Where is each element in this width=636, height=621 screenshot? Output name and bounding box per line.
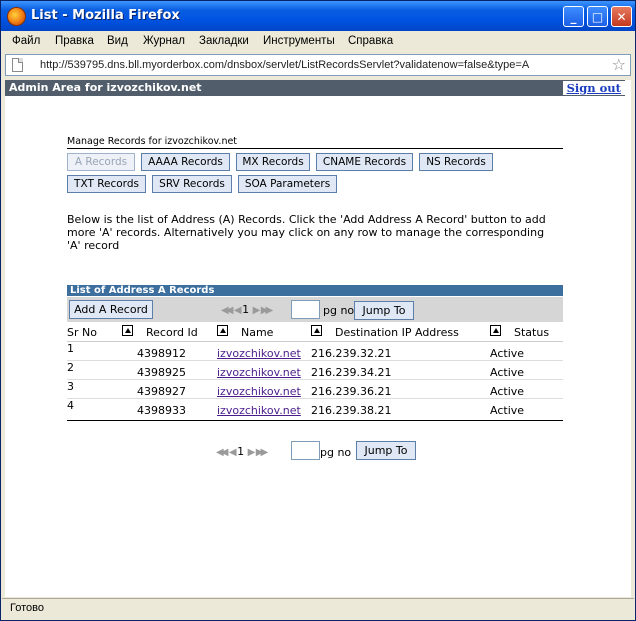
current-page: 1 xyxy=(237,445,245,458)
admin-area-label: Admin Area for izvozchikov.net xyxy=(9,81,202,94)
sr-no: 3 xyxy=(67,380,74,393)
pg-no-label: pg no xyxy=(323,304,355,317)
title-bar[interactable]: List - Mozilla Firefox _ □ ✕ xyxy=(1,1,635,31)
pg-no-label: pg no xyxy=(320,446,352,459)
url-text[interactable]: http://539795.dns.bll.myorderbox.com/dns… xyxy=(40,59,529,71)
maximize-button[interactable]: □ xyxy=(587,6,608,27)
table-row[interactable]: 2 4398925 izvozchikov.net 216.239.34.21 … xyxy=(67,361,563,380)
status-text: Готово xyxy=(10,602,44,614)
status: Active xyxy=(490,347,525,360)
tab-aaaa-records[interactable]: AAAA Records xyxy=(141,153,230,171)
status: Active xyxy=(490,385,525,398)
record-id: 4398927 xyxy=(137,385,186,398)
col-destination-ip: Destination IP Address xyxy=(335,326,459,339)
first-page-icon[interactable]: ◀◀ xyxy=(216,447,229,458)
browser-window: List - Mozilla Firefox _ □ ✕ Файл Правка… xyxy=(0,0,636,621)
prev-page-icon[interactable]: ◀ xyxy=(234,305,242,316)
destination-ip: 216.239.36.21 xyxy=(311,385,392,398)
firefox-logo-icon xyxy=(7,7,26,26)
menu-history[interactable]: Журнал xyxy=(143,35,185,47)
table-row[interactable]: 4 4398933 izvozchikov.net 216.239.38.21 … xyxy=(67,399,563,418)
table-row[interactable]: 3 4398927 izvozchikov.net 216.239.36.21 … xyxy=(67,380,563,399)
menu-edit[interactable]: Правка xyxy=(55,35,94,47)
sort-arrow-icon[interactable] xyxy=(217,325,228,336)
record-id: 4398912 xyxy=(137,347,186,360)
menu-view[interactable]: Вид xyxy=(107,35,128,47)
tab-mx-records[interactable]: MX Records xyxy=(236,153,310,171)
record-name-link[interactable]: izvozchikov.net xyxy=(217,404,301,417)
menu-bookmarks[interactable]: Закладки xyxy=(199,35,249,47)
record-name-link[interactable]: izvozchikov.net xyxy=(217,366,301,379)
record-name-link[interactable]: izvozchikov.net xyxy=(217,347,301,360)
sr-no: 2 xyxy=(67,361,74,374)
page-icon xyxy=(12,58,23,72)
menu-bar: Файл Правка Вид Журнал Закладки Инструме… xyxy=(2,32,634,52)
current-page: 1 xyxy=(242,303,250,316)
list-header: List of Address A Records xyxy=(67,285,563,296)
tab-cname-records[interactable]: CNAME Records xyxy=(316,153,413,171)
window-title: List - Mozilla Firefox xyxy=(31,8,180,23)
menu-file[interactable]: Файл xyxy=(12,35,40,47)
jump-to-button[interactable]: Jump To xyxy=(356,441,416,460)
admin-bar: Admin Area for izvozchikov.net Sign out xyxy=(5,80,625,96)
sr-no: 1 xyxy=(67,342,74,355)
bookmark-star-icon[interactable]: ☆ xyxy=(612,55,626,74)
add-a-record-button[interactable]: Add A Record xyxy=(69,300,153,319)
jump-to-button[interactable]: Jump To xyxy=(354,301,414,320)
pager-bottom: ◀◀ ◀ 1 ▶ ▶▶ xyxy=(216,445,269,458)
next-page-icon[interactable]: ▶ xyxy=(253,305,261,316)
col-status: Status xyxy=(514,326,550,339)
destination-ip: 216.239.32.21 xyxy=(311,347,392,360)
tab-a-records[interactable]: A Records xyxy=(67,153,135,171)
record-name-link[interactable]: izvozchikov.net xyxy=(217,385,301,398)
sort-arrow-icon[interactable] xyxy=(490,325,501,336)
next-page-icon[interactable]: ▶ xyxy=(248,447,256,458)
divider xyxy=(67,148,563,149)
manage-records-title: Manage Records for izvozchikov.net xyxy=(67,136,238,147)
status: Active xyxy=(490,366,525,379)
divider xyxy=(67,420,563,421)
record-id: 4398925 xyxy=(137,366,186,379)
destination-ip: 216.239.38.21 xyxy=(311,404,392,417)
sort-arrow-icon[interactable] xyxy=(311,325,322,336)
status: Active xyxy=(490,404,525,417)
status-bar: Готово xyxy=(2,598,634,620)
page-number-input[interactable] xyxy=(291,441,320,460)
destination-ip: 216.239.34.21 xyxy=(311,366,392,379)
last-page-icon[interactable]: ▶▶ xyxy=(256,447,269,458)
sort-arrow-icon[interactable] xyxy=(122,325,133,336)
record-id: 4398933 xyxy=(137,404,186,417)
tab-soa-parameters[interactable]: SOA Parameters xyxy=(238,175,337,193)
address-bar[interactable]: http://539795.dns.bll.myorderbox.com/dns… xyxy=(5,54,631,76)
prev-page-icon[interactable]: ◀ xyxy=(229,447,237,458)
page-content: Admin Area for izvozchikov.net Sign out … xyxy=(5,80,631,597)
list-toolbar: Add A Record ◀◀ ◀ 1 ▶ ▶▶ pg no Jump To xyxy=(67,297,563,322)
pager-top: ◀◀ ◀ 1 ▶ ▶▶ xyxy=(221,303,274,316)
sign-out-link[interactable]: Sign out xyxy=(562,81,625,95)
menu-help[interactable]: Справка xyxy=(348,35,393,47)
description-text: Below is the list of Address (A) Records… xyxy=(67,213,546,252)
sr-no: 4 xyxy=(67,399,74,412)
col-sr-no: Sr No xyxy=(67,326,97,339)
last-page-icon[interactable]: ▶▶ xyxy=(261,305,274,316)
tab-ns-records[interactable]: NS Records xyxy=(419,153,493,171)
tab-srv-records[interactable]: SRV Records xyxy=(152,175,232,193)
minimize-button[interactable]: _ xyxy=(563,6,584,27)
first-page-icon[interactable]: ◀◀ xyxy=(221,305,234,316)
page-number-input[interactable] xyxy=(291,300,320,319)
menu-tools[interactable]: Инструменты xyxy=(263,35,335,47)
col-record-id: Record Id xyxy=(146,326,198,339)
close-button[interactable]: ✕ xyxy=(611,6,632,27)
col-name: Name xyxy=(241,326,274,339)
table-row[interactable]: 1 4398912 izvozchikov.net 216.239.32.21 … xyxy=(67,342,563,361)
tab-txt-records[interactable]: TXT Records xyxy=(67,175,146,193)
